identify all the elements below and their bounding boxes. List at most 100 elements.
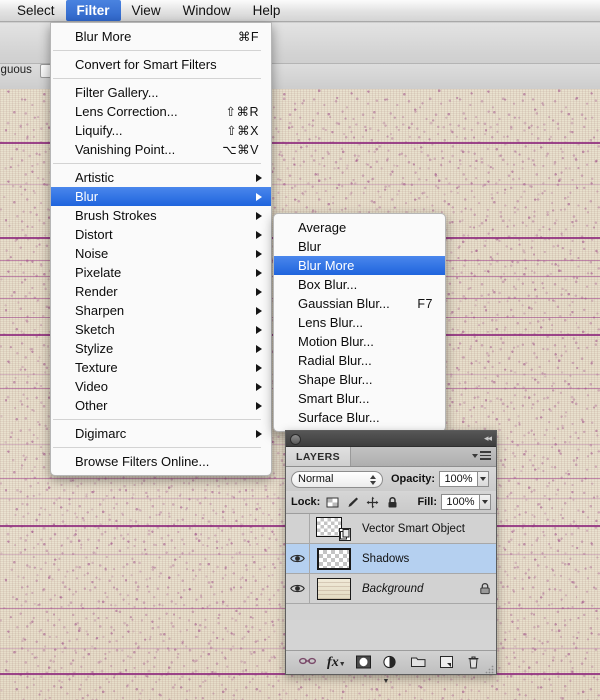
table-row[interactable]: Background xyxy=(286,574,496,604)
layers-panel: ◂◂ LAYERS Normal Opacity: 100% Lock: Fil… xyxy=(285,430,497,685)
menu-item-label: Render xyxy=(75,284,118,299)
panel-menu-icon[interactable] xyxy=(472,451,491,462)
filter-menu-item-blur-more[interactable]: Blur More ⌘F xyxy=(51,27,271,46)
opacity-input[interactable]: 100% xyxy=(439,471,479,487)
layer-list: Vector Smart Object Shadows Background xyxy=(286,514,496,620)
menu-item-label: Blur xyxy=(298,239,322,254)
menu-item-filter[interactable]: Filter xyxy=(65,0,121,21)
lock-position-icon[interactable] xyxy=(366,496,379,509)
filter-menu-item-vanishing-point[interactable]: Vanishing Point... ⌥⌘V xyxy=(51,140,271,159)
blur-submenu-item-smart-blur[interactable]: Smart Blur... xyxy=(274,389,445,408)
eye-icon[interactable] xyxy=(290,583,305,594)
menu-item-window[interactable]: Window xyxy=(172,0,242,21)
blur-submenu-item-average[interactable]: Average xyxy=(274,218,445,237)
filter-menu-separator xyxy=(53,78,261,79)
menu-item-help[interactable]: Help xyxy=(242,0,292,21)
tab-layers[interactable]: LAYERS xyxy=(286,447,352,466)
filter-menu-item-lens-correction[interactable]: Lens Correction... ⇧⌘R xyxy=(51,102,271,121)
filter-menu-item-artistic[interactable]: Artistic xyxy=(51,168,271,187)
filter-menu-item-distort[interactable]: Distort xyxy=(51,225,271,244)
filter-menu-item-pixelate[interactable]: Pixelate xyxy=(51,263,271,282)
filter-menu-item-other[interactable]: Other xyxy=(51,396,271,415)
menu-item-label: Average xyxy=(298,220,347,235)
chevron-right-icon xyxy=(256,363,262,372)
layer-visibility-toggle[interactable] xyxy=(286,574,310,603)
menu-item-view[interactable]: View xyxy=(121,0,172,21)
blur-submenu-item-gaussian-blur[interactable]: Gaussian Blur... F7 xyxy=(274,294,445,313)
layer-style-fx-icon[interactable]: fx▼ xyxy=(327,655,346,670)
filter-menu-separator xyxy=(53,163,261,164)
layer-list-empty-area[interactable] xyxy=(286,604,496,620)
chevron-right-icon xyxy=(256,429,262,438)
blur-submenu-item-surface-blur[interactable]: Surface Blur... xyxy=(274,408,445,427)
table-row[interactable]: Shadows xyxy=(286,544,496,574)
table-row[interactable]: Vector Smart Object xyxy=(286,514,496,544)
collapse-panel-icon[interactable]: ◂◂ xyxy=(484,434,492,443)
chevron-right-icon xyxy=(256,382,262,391)
filter-menu-item-brush-strokes[interactable]: Brush Strokes xyxy=(51,206,271,225)
chevron-right-icon xyxy=(256,230,262,239)
new-group-icon[interactable] xyxy=(410,655,427,670)
blur-submenu-item-shape-blur[interactable]: Shape Blur... xyxy=(274,370,445,389)
menu-item-label: Pixelate xyxy=(75,265,122,280)
new-layer-icon[interactable] xyxy=(438,655,455,670)
add-layer-mask-icon[interactable] xyxy=(355,655,372,670)
blur-submenu-item-motion-blur[interactable]: Motion Blur... xyxy=(274,332,445,351)
photoshop-window: Select Filter View Window Help iguous Bl… xyxy=(0,0,600,700)
eye-icon[interactable] xyxy=(290,553,305,564)
filter-menu-item-convert-for-smart-filters[interactable]: Convert for Smart Filters xyxy=(51,55,271,74)
filter-menu-item-digimarc[interactable]: Digimarc xyxy=(51,424,271,443)
blur-submenu-item-box-blur[interactable]: Box Blur... xyxy=(274,275,445,294)
menu-item-label: Blur More xyxy=(75,29,132,44)
contiguous-label: iguous xyxy=(0,64,32,76)
filter-menu-item-liquify[interactable]: Liquify... ⇧⌘X xyxy=(51,121,271,140)
layer-name: Vector Smart Object xyxy=(362,522,465,535)
opacity-stepper-icon[interactable] xyxy=(478,471,490,487)
menu-bar: Select Filter View Window Help xyxy=(0,0,600,22)
filter-menu-item-browse-filters-online[interactable]: Browse Filters Online... xyxy=(51,452,271,471)
menu-item-label: Video xyxy=(75,379,109,394)
filter-menu-item-blur[interactable]: Blur xyxy=(51,187,271,206)
filter-menu-item-sketch[interactable]: Sketch xyxy=(51,320,271,339)
blur-submenu-item-lens-blur[interactable]: Lens Blur... xyxy=(274,313,445,332)
layer-visibility-toggle[interactable] xyxy=(286,544,310,573)
filter-menu: Blur More ⌘F Convert for Smart Filters Filt… xyxy=(50,22,272,476)
filter-menu-item-texture[interactable]: Texture xyxy=(51,358,271,377)
filter-menu-item-stylize[interactable]: Stylize xyxy=(51,339,271,358)
adjustment-layer-icon[interactable]: ▼ xyxy=(382,655,399,685)
resize-grip-icon[interactable] xyxy=(485,663,494,674)
menu-item-label: Vanishing Point... xyxy=(75,142,176,157)
panel-close-dot-icon[interactable] xyxy=(290,434,301,445)
blur-submenu-item-radial-blur[interactable]: Radial Blur... xyxy=(274,351,445,370)
blend-mode-select[interactable]: Normal xyxy=(291,470,383,488)
blur-submenu-item-blur-more[interactable]: Blur More xyxy=(274,256,445,275)
menu-item-label: Lens Blur... xyxy=(298,315,364,330)
menu-item-label: Convert for Smart Filters xyxy=(75,57,217,72)
panel-title-bar[interactable]: ◂◂ xyxy=(286,431,496,447)
filter-menu-separator xyxy=(53,419,261,420)
link-layers-icon[interactable] xyxy=(299,655,317,670)
menu-item-shortcut: ⌥⌘V xyxy=(222,143,259,157)
layers-panel-footer: fx▼ ▼ xyxy=(286,650,496,685)
lock-transparent-pixels-icon[interactable] xyxy=(326,496,339,509)
menu-item-label: Surface Blur... xyxy=(298,410,380,425)
menu-item-label: Radial Blur... xyxy=(298,353,372,368)
blur-submenu-item-blur[interactable]: Blur xyxy=(274,237,445,256)
filter-menu-item-sharpen[interactable]: Sharpen xyxy=(51,301,271,320)
filter-menu-item-noise[interactable]: Noise xyxy=(51,244,271,263)
layer-visibility-toggle[interactable] xyxy=(286,514,310,543)
lock-all-icon[interactable] xyxy=(386,496,399,509)
filter-menu-item-video[interactable]: Video xyxy=(51,377,271,396)
menu-item-select[interactable]: Select xyxy=(6,0,66,21)
menu-item-label: Noise xyxy=(75,246,109,261)
filter-menu-item-filter-gallery[interactable]: Filter Gallery... xyxy=(51,83,271,102)
lock-label: Lock: xyxy=(291,496,321,508)
layer-thumbnail xyxy=(310,577,358,600)
filter-menu-item-render[interactable]: Render xyxy=(51,282,271,301)
fill-input[interactable]: 100% xyxy=(441,494,480,510)
delete-layer-icon[interactable] xyxy=(466,655,483,670)
fill-stepper-icon[interactable] xyxy=(480,494,491,510)
menu-item-label: Blur xyxy=(75,189,99,204)
lock-image-pixels-icon[interactable] xyxy=(346,496,359,509)
layer-name: Background xyxy=(362,582,424,595)
